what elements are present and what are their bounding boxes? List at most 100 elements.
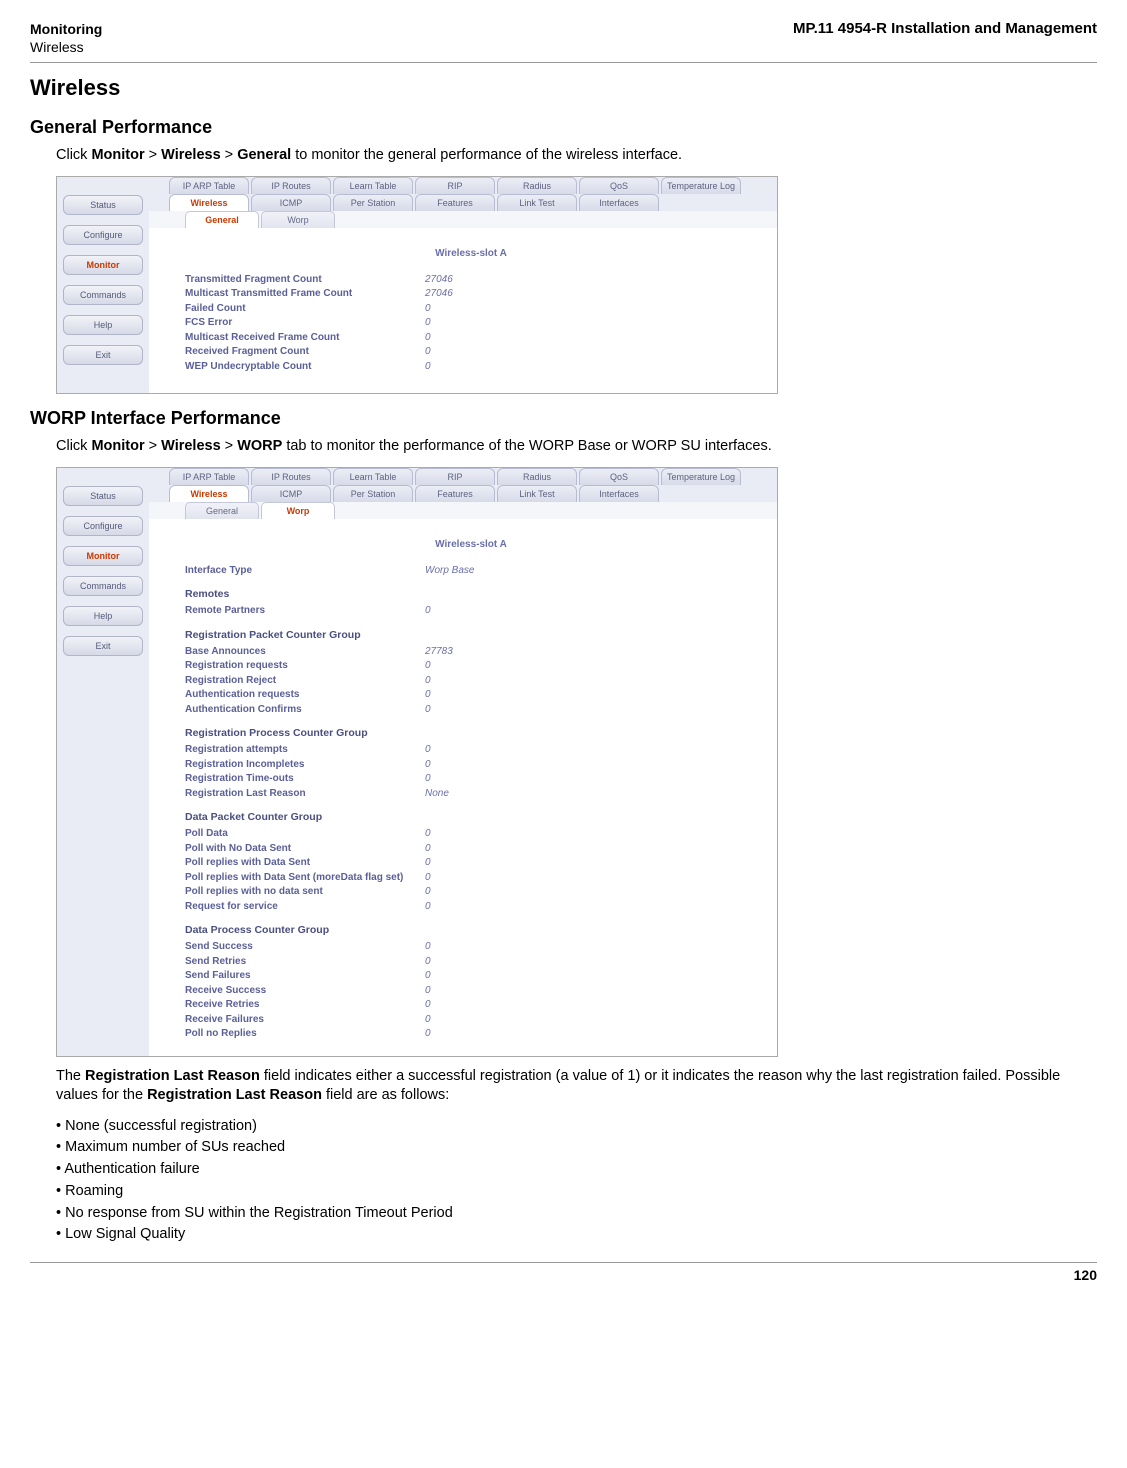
tab-interfaces[interactable]: Interfaces [579, 194, 659, 211]
list-item: Low Signal Quality [56, 1224, 1097, 1246]
subtab-worp[interactable]: Worp [261, 211, 335, 228]
tab-features[interactable]: Features [415, 485, 495, 502]
tab-qos[interactable]: QoS [579, 468, 659, 485]
sidebar-status[interactable]: Status [63, 486, 143, 506]
tab-temp-log[interactable]: Temperature Log [661, 177, 741, 194]
data-value: 0 [425, 331, 431, 346]
tab-ip-routes[interactable]: IP Routes [251, 468, 331, 485]
data-value: 0 [425, 827, 431, 842]
data-label: FCS Error [185, 316, 425, 331]
content-area: IP ARP Table IP Routes Learn Table RIP R… [149, 177, 777, 393]
data-label: Failed Count [185, 302, 425, 317]
tab-features[interactable]: Features [415, 194, 495, 211]
list-item: Authentication failure [56, 1159, 1097, 1181]
sidebar-commands[interactable]: Commands [63, 285, 143, 305]
data-label: Registration Incompletes [185, 758, 425, 773]
tab-link-test[interactable]: Link Test [497, 194, 577, 211]
data-label: Authentication Confirms [185, 703, 425, 718]
text: > [145, 438, 162, 454]
data-value: 0 [425, 604, 431, 619]
data-value: 0 [425, 758, 431, 773]
data-value: 0 [425, 316, 431, 331]
data-row: Authentication Confirms0 [185, 703, 757, 718]
screenshot-general: Status Configure Monitor Commands Help E… [56, 176, 778, 394]
data-row: Send Failures0 [185, 969, 757, 984]
second-tab-row: Wireless ICMP Per Station Features Link … [149, 194, 777, 211]
tab-rip[interactable]: RIP [415, 468, 495, 485]
data-row: Registration Last ReasonNone [185, 787, 757, 802]
sidebar-exit[interactable]: Exit [63, 636, 143, 656]
data-value: 27046 [425, 273, 453, 288]
group-data-pkt: Data Packet Counter Group [185, 811, 757, 823]
data-label: Base Announces [185, 645, 425, 660]
data-row: Receive Success0 [185, 984, 757, 999]
data-row: Multicast Transmitted Frame Count27046 [185, 287, 757, 302]
data-row: Transmitted Fragment Count27046 [185, 273, 757, 288]
list-item: Roaming [56, 1181, 1097, 1203]
registration-reason-paragraph: The Registration Last Reason field indic… [56, 1067, 1097, 1106]
data-label: Poll no Replies [185, 1027, 425, 1042]
data-row: Receive Retries0 [185, 998, 757, 1013]
tab-interfaces[interactable]: Interfaces [579, 485, 659, 502]
tab-qos[interactable]: QoS [579, 177, 659, 194]
subtab-general[interactable]: General [185, 502, 259, 519]
tab-icmp[interactable]: ICMP [251, 194, 331, 211]
list-item: No response from SU within the Registrat… [56, 1203, 1097, 1225]
sidebar-configure[interactable]: Configure [63, 225, 143, 245]
tab-per-station[interactable]: Per Station [333, 194, 413, 211]
data-label: Registration Reject [185, 674, 425, 689]
subtab-general[interactable]: General [185, 211, 259, 228]
tab-ip-arp[interactable]: IP ARP Table [169, 177, 249, 194]
data-value: 0 [425, 345, 431, 360]
sidebar-monitor[interactable]: Monitor [63, 255, 143, 275]
tab-radius[interactable]: Radius [497, 468, 577, 485]
data-label: Multicast Received Frame Count [185, 331, 425, 346]
data-label: Registration Time-outs [185, 772, 425, 787]
tab-learn-table[interactable]: Learn Table [333, 177, 413, 194]
sidebar-help[interactable]: Help [63, 315, 143, 335]
data-label: Authentication requests [185, 688, 425, 703]
slot-title: Wireless-slot A [185, 248, 757, 259]
header-left-plain: Wireless [30, 39, 84, 55]
tab-per-station[interactable]: Per Station [333, 485, 413, 502]
tab-learn-table[interactable]: Learn Table [333, 468, 413, 485]
text: The [56, 1068, 85, 1084]
data-row: Authentication requests0 [185, 688, 757, 703]
tab-radius[interactable]: Radius [497, 177, 577, 194]
data-value: 0 [425, 940, 431, 955]
tab-link-test[interactable]: Link Test [497, 485, 577, 502]
group-data-proc: Data Process Counter Group [185, 924, 757, 936]
sidebar-commands[interactable]: Commands [63, 576, 143, 596]
data-value: 0 [425, 955, 431, 970]
data-value: 0 [425, 1013, 431, 1028]
data-row: Receive Failures0 [185, 1013, 757, 1028]
sidebar-configure[interactable]: Configure [63, 516, 143, 536]
data-label: Receive Success [185, 984, 425, 999]
tab-ip-arp[interactable]: IP ARP Table [169, 468, 249, 485]
data-label: Request for service [185, 900, 425, 915]
header-left-bold: Monitoring [30, 21, 102, 37]
subtab-worp[interactable]: Worp [261, 502, 335, 519]
sidebar: Status Configure Monitor Commands Help E… [57, 177, 149, 393]
sidebar-status[interactable]: Status [63, 195, 143, 215]
sidebar-monitor[interactable]: Monitor [63, 546, 143, 566]
data-value: 0 [425, 969, 431, 984]
data-row: Base Announces27783 [185, 645, 757, 660]
text: WORP [237, 438, 282, 454]
tab-rip[interactable]: RIP [415, 177, 495, 194]
sidebar-exit[interactable]: Exit [63, 345, 143, 365]
tab-ip-routes[interactable]: IP Routes [251, 177, 331, 194]
sidebar-help[interactable]: Help [63, 606, 143, 626]
data-value: 0 [425, 900, 431, 915]
tab-wireless[interactable]: Wireless [169, 194, 249, 211]
data-row: WEP Undecryptable Count0 [185, 360, 757, 375]
data-value: 27046 [425, 287, 453, 302]
worp-data-block: Wireless-slot A Interface Type Worp Base… [149, 519, 777, 1056]
tab-temp-log[interactable]: Temperature Log [661, 468, 741, 485]
text: tab to monitor the performance of the WO… [282, 438, 771, 454]
tab-wireless[interactable]: Wireless [169, 485, 249, 502]
worp-performance-intro: Click Monitor > Wireless > WORP tab to m… [56, 437, 1097, 457]
data-label: Poll with No Data Sent [185, 842, 425, 857]
tab-icmp[interactable]: ICMP [251, 485, 331, 502]
group-remotes: Remotes [185, 588, 757, 600]
